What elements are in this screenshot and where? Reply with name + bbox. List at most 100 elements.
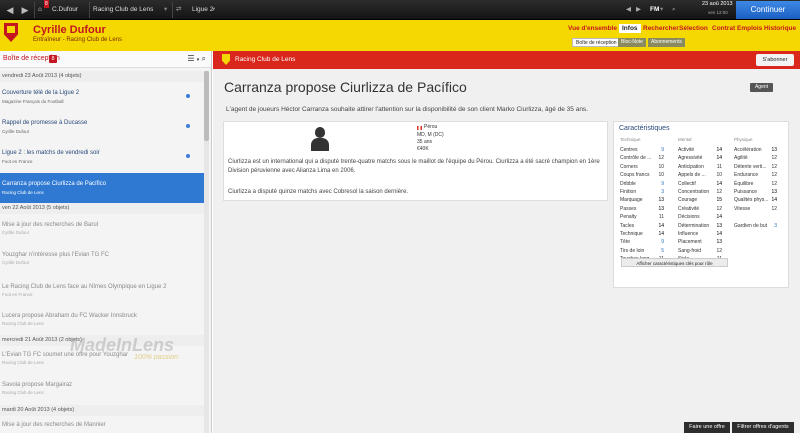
inbox-group-header[interactable]: mardi 20 Août 2013 (4 objets) [0,405,204,416]
dropdown-icon[interactable]: ▾ [197,57,200,63]
player-nation[interactable]: Pérou [424,124,437,130]
message-sender: Foot en France [2,292,33,297]
attribute-value: 14 [716,155,722,162]
divider [89,2,90,18]
tab-overview[interactable]: Vue d'ensemble [568,25,617,32]
list-item[interactable]: Lucera propose Abraham du FC Wacker Inns… [0,308,204,334]
attribute-value: 14 [771,197,777,204]
peru-flag-icon [417,126,422,130]
message-paragraph: Ciurlizza a disputé quinze matchs avec C… [228,189,409,195]
message-panel: Racing Club de Lens S'abonner Carranza p… [213,51,800,433]
attribute-name: Détermination [678,222,710,229]
show-key-attributes-button[interactable]: Afficher caractéristiques clés pour rôle [621,258,728,267]
message-title: Rappel de promesse à Ducasse [2,120,88,126]
attribute-name: Activité [678,147,695,153]
message-header-bar: Racing Club de Lens S'abonner [213,51,800,69]
message-title: Ligue 2 : les matchs de vendredi soir [2,150,100,156]
manager-link[interactable]: C.Dufour [52,2,78,18]
agent-button[interactable]: Agent [750,83,773,92]
attribute-value: 9 [661,180,664,187]
league-link[interactable]: Ligue 2 [192,2,213,18]
watermark-logo: MadeInLens [70,335,175,355]
forward-arrow-icon[interactable]: ▶ [636,2,641,18]
home-icon[interactable]: ⌂ [38,2,42,18]
attribute-value: 11 [716,163,722,170]
subtab-notepad[interactable]: Bloc-Note [618,38,646,47]
attribute-name: Anticipation [678,163,704,170]
attribute-name: Agressivité [678,155,703,162]
subtab-inbox[interactable]: Boîte de réception [572,38,621,47]
message-sender: Cyrille Dufour [2,230,30,235]
game-time: ven 12:00 [708,10,728,15]
attribute-value: 14 [716,180,722,187]
attribute-value: 10 [658,163,664,170]
message-title: Le Racing Club de Lens face au Nîmes Oly… [2,284,167,290]
divider [172,2,173,18]
sender-club[interactable]: Racing Club de Lens [235,56,295,63]
make-offer-button[interactable]: Faire une offre [684,422,730,433]
list-item-selected[interactable]: Carranza propose Ciurlizza de Pacífico R… [0,173,204,203]
attribute-name: Qualités phys... [734,197,769,204]
inbox-scrollbar[interactable] [204,71,209,433]
attribute-value: 13 [658,205,664,212]
list-item[interactable]: Mise à jour des recherches de Barul Cyri… [0,217,204,243]
message-headline: Carranza propose Ciurlizza de Pacífico [224,79,467,95]
attribute-value: 12 [771,163,777,170]
attribute-name: Sang-froid [678,247,702,254]
forward-arrow-icon[interactable]: ▶ [18,3,32,17]
search-icon[interactable]: ⌕ [202,54,206,63]
list-item[interactable]: Savoia propose Margairaz Racing Club de … [0,377,204,403]
attribute-name: Collectif [678,180,696,187]
back-arrow-icon[interactable]: ◀ [626,2,631,18]
tab-contract[interactable]: Contrat [712,25,735,32]
attribute-name: Gardien de but [734,222,768,229]
fm-logo-icon[interactable]: FM [650,2,659,18]
inbox-count-badge: 8 [49,55,57,63]
dropdown-icon[interactable]: ▾ [660,2,663,18]
message-sender: Racing Club de Lens [2,321,44,326]
top-bar: ◀ ▶ ⌂ 8 C.Dufour Racing Club de Lens ▾ ⇄… [0,0,800,20]
filter-agent-offers-button[interactable]: Filtrer offres d'agents [732,422,794,433]
attribute-value: 3 [774,222,777,229]
message-sender: Magazine Français du Football [2,99,64,104]
continue-button[interactable]: Continuer [736,1,800,19]
list-item[interactable]: Couverture télé de la Ligue 2 Magazine F… [0,84,204,112]
watermark-tagline: 100% passion [134,354,178,361]
tab-jobs[interactable]: Emplois [737,25,762,32]
menu-icon[interactable]: ☰ [187,54,194,63]
list-item[interactable]: Mise à jour des recherches de Mannier [0,417,204,433]
player-silhouette-icon[interactable] [311,127,329,151]
divider [34,2,35,18]
manager-subtitle: Entraîneur - Racing Club de Lens [33,37,123,43]
tab-history[interactable]: Historique [764,25,796,32]
attribute-name: Appels de ... [678,172,706,179]
attribute-name: Coups francs [620,172,650,179]
tab-infos[interactable]: Infos [619,24,641,33]
attributes-title: Caractéristiques [619,125,670,132]
scrollbar-thumb[interactable] [204,71,209,141]
attribute-name: Centres [620,147,638,153]
dropdown-icon[interactable]: ▾ [164,2,167,18]
player-card: Pérou MD, M (DC) 35 ans €40K Ciurlizza e… [223,121,608,201]
inbox-group-header[interactable]: ven 22 Août 2013 (5 objets) [0,203,204,214]
list-item[interactable]: Rappel de promesse à Ducasse Cyrille Duf… [0,114,204,142]
attribute-value: 13 [771,147,777,153]
back-arrow-icon[interactable]: ◀ [3,3,17,17]
notification-badge: 8 [44,0,49,8]
attribute-value: 12 [771,180,777,187]
search-icon[interactable]: ⌕ [672,2,676,18]
dropdown-icon[interactable]: ▾ [212,2,215,18]
attribute-value: 14 [716,214,722,221]
tab-search[interactable]: Rechercher [643,25,679,32]
list-item[interactable]: Ligue 2 : les matchs de vendredi soir Fo… [0,144,204,172]
tab-selection[interactable]: Sélection [679,25,708,32]
transfer-icon[interactable]: ⇄ [176,2,181,18]
inbox-group-header[interactable]: vendredi 23 Août 2013 (4 objets) [0,71,204,82]
list-item[interactable]: Le Racing Club de Lens face au Nîmes Oly… [0,279,204,305]
club-link[interactable]: Racing Club de Lens [93,2,153,18]
list-item[interactable]: Youzghar n'intéresse plus l'Evian TG FC … [0,247,204,273]
club-crest-icon [222,54,230,65]
subscribe-button[interactable]: S'abonner [756,54,794,66]
subtab-subscriptions[interactable]: Abonnements [648,38,685,47]
mental-heading: Mental [678,137,692,142]
